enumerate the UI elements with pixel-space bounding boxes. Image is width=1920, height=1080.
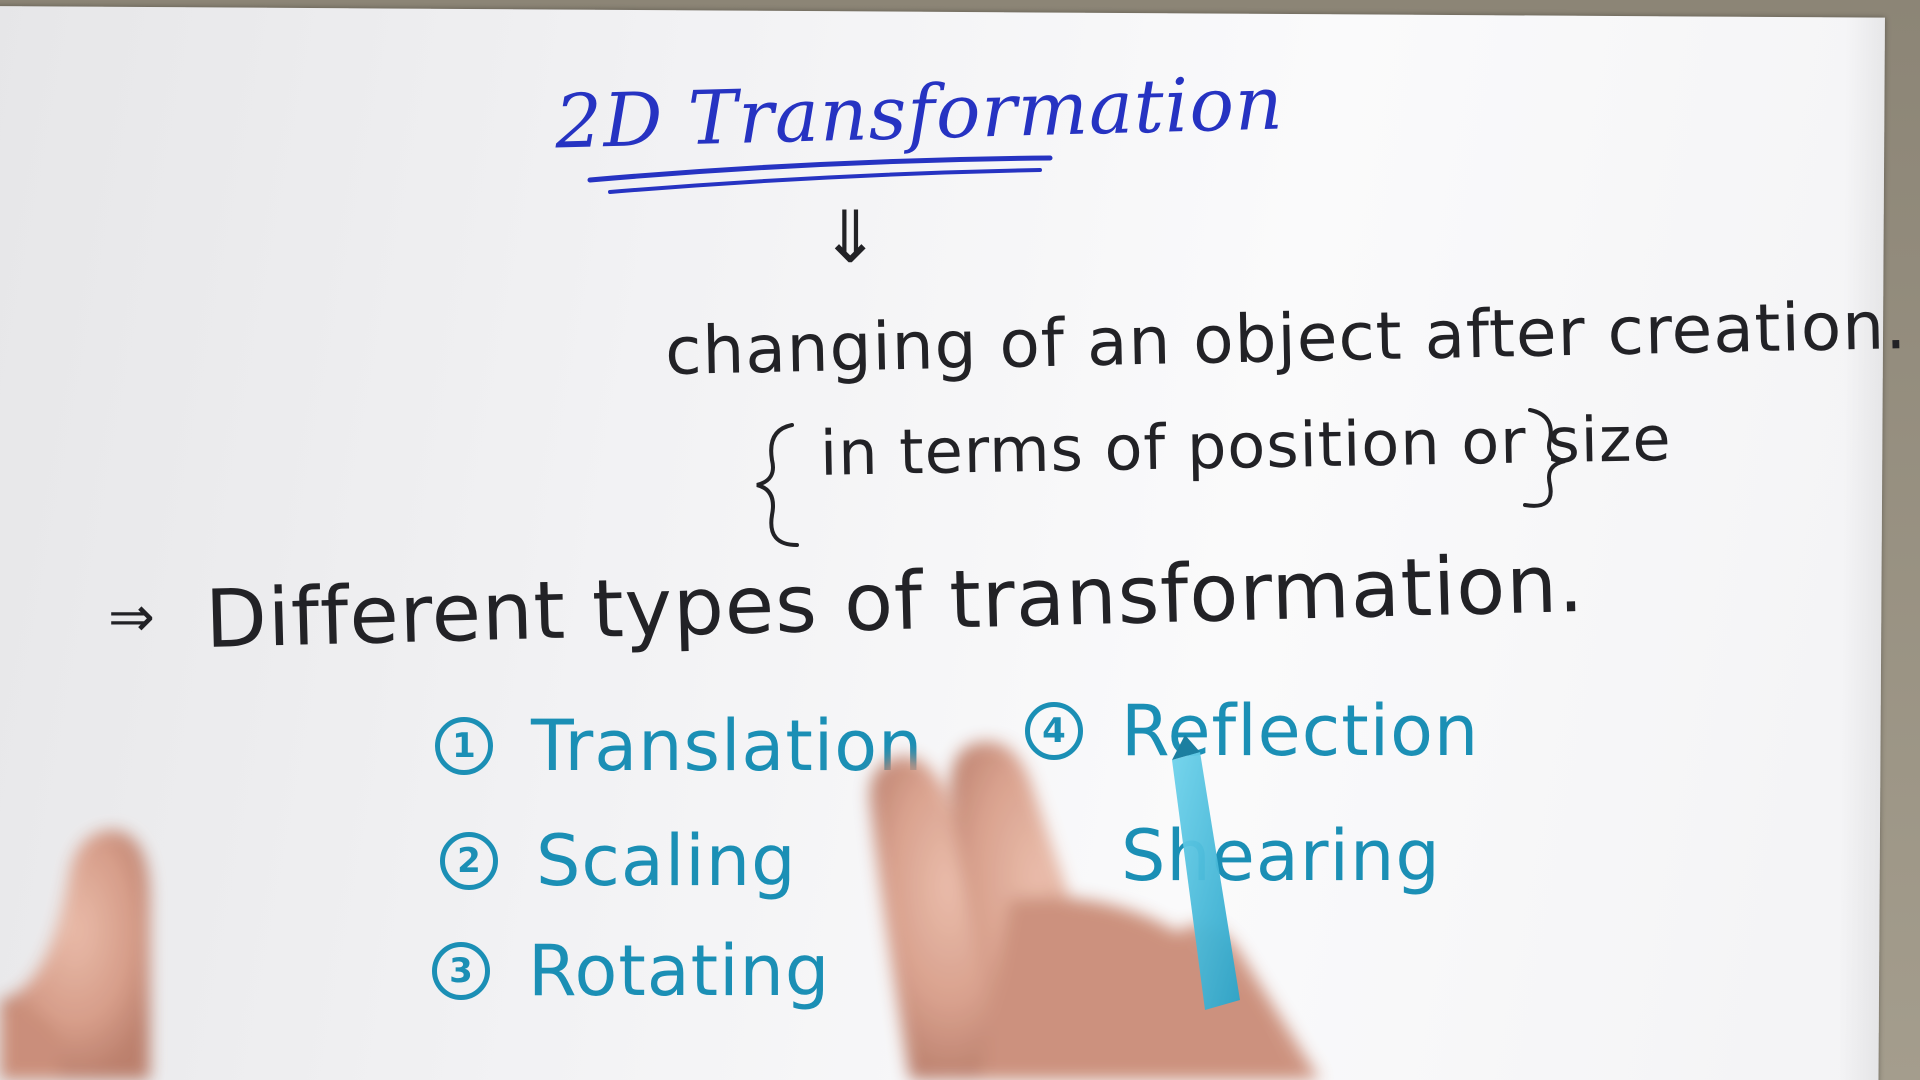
list-item-scaling: 2 Scaling — [440, 820, 797, 902]
circled-number-3: 3 — [432, 942, 490, 1000]
circled-number-4: 4 — [1025, 702, 1083, 760]
list-item-reflection: 4 Reflection — [1025, 690, 1479, 772]
list-item-label: Scaling — [536, 820, 797, 902]
right-brace-icon — [1523, 408, 1566, 508]
list-item-translation: 1 Translation — [435, 705, 923, 787]
circled-number-2: 2 — [440, 832, 498, 890]
down-arrow-icon: ⇓ — [820, 195, 882, 279]
implies-arrow-icon: ⇒ — [108, 585, 156, 650]
whiteboard-scene: 2D Transformation ⇓ changing of an objec… — [0, 0, 1920, 1080]
title-underline — [587, 155, 1053, 194]
list-item-shearing: 5 Shearing — [1025, 815, 1441, 897]
circled-number-1: 1 — [435, 717, 493, 775]
paper-edge-shadow — [1838, 17, 1885, 1080]
list-item-label: Rotating — [528, 930, 831, 1012]
list-item-label: Shearing — [1121, 815, 1441, 897]
list-item-rotating: 3 Rotating — [432, 930, 830, 1012]
list-item-label: Translation — [531, 705, 924, 787]
list-item-label: Reflection — [1121, 690, 1480, 772]
